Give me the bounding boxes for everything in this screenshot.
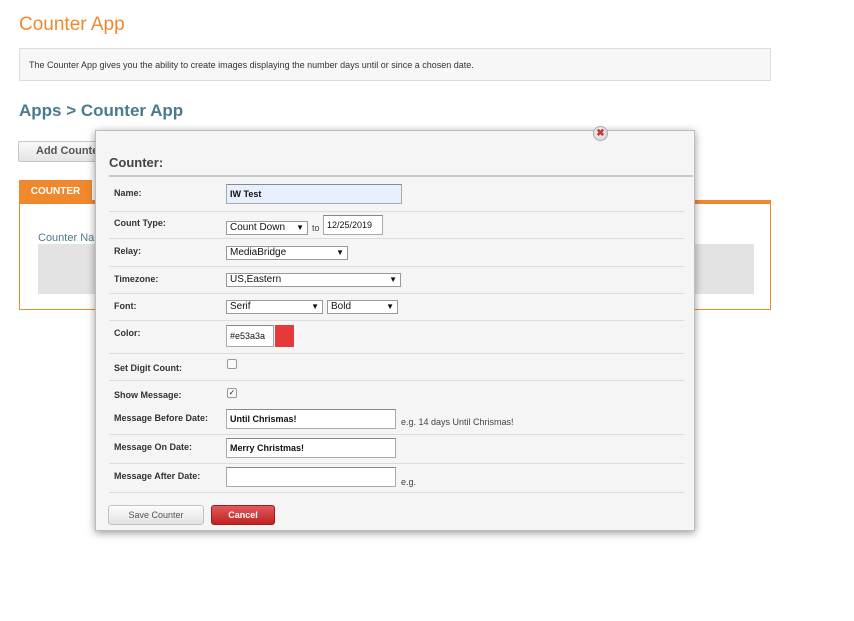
message-before-row: Message Before Date: Until Chrismas! e.g…	[109, 406, 684, 435]
font-weight-select[interactable]: Bold ▼	[327, 300, 398, 314]
name-row: Name: IW Test	[109, 182, 684, 212]
count-type-label: Count Type:	[114, 218, 166, 228]
timezone-label: Timezone:	[114, 274, 159, 284]
counter-dialog: Counter: Name: IW Test Count Type: Count…	[95, 130, 695, 531]
app-title: Counter App	[19, 14, 125, 35]
message-after-hint: e.g.	[401, 477, 417, 487]
chevron-down-icon: ▼	[389, 275, 397, 284]
count-type-select[interactable]: Count Down ▼	[226, 221, 308, 235]
name-input[interactable]: IW Test	[226, 184, 402, 204]
timezone-select[interactable]: US,Eastern ▼	[226, 273, 401, 287]
end-date-input[interactable]: 12/25/2019	[323, 215, 383, 235]
color-input[interactable]: #e53a3a	[226, 325, 274, 347]
show-message-checkbox[interactable]: ✓	[227, 388, 237, 398]
count-type-row: Count Type: Count Down ▼ to 12/25/2019	[109, 211, 684, 239]
app-description: The Counter App gives you the ability to…	[19, 48, 771, 81]
digit-count-label: Set Digit Count:	[114, 363, 182, 373]
chevron-down-icon: ▼	[296, 223, 304, 232]
message-after-row: Message After Date: e.g.	[109, 463, 684, 493]
font-family-select[interactable]: Serif ▼	[226, 300, 323, 314]
digit-count-checkbox[interactable]	[227, 359, 237, 369]
show-message-row: Show Message: ✓	[109, 380, 684, 406]
breadcrumb[interactable]: Apps > Counter App	[19, 101, 183, 121]
color-label: Color:	[114, 328, 141, 338]
font-family-value: Serif	[230, 301, 251, 312]
count-type-value: Count Down	[230, 222, 286, 233]
to-text: to	[312, 223, 320, 233]
cancel-button[interactable]: Cancel	[211, 505, 275, 525]
relay-select[interactable]: MediaBridge ▼	[226, 246, 348, 260]
close-icon[interactable]: ✖	[593, 126, 608, 141]
timezone-row: Timezone: US,Eastern ▼	[109, 266, 684, 294]
chevron-down-icon: ▼	[311, 302, 319, 311]
message-before-input[interactable]: Until Chrismas!	[226, 409, 396, 429]
dialog-title: Counter:	[109, 155, 693, 177]
chevron-down-icon: ▼	[386, 302, 394, 311]
save-counter-button[interactable]: Save Counter	[108, 505, 204, 525]
message-before-hint: e.g. 14 days Until Chrismas!	[401, 417, 514, 427]
digit-count-row: Set Digit Count:	[109, 353, 684, 381]
chevron-down-icon: ▼	[336, 248, 344, 257]
message-after-input[interactable]	[226, 467, 396, 487]
tab-counter[interactable]: COUNTER	[19, 180, 92, 200]
message-on-label: Message On Date:	[114, 442, 193, 452]
font-row: Font: Serif ▼ Bold ▼	[109, 293, 684, 321]
message-on-input[interactable]: Merry Christmas!	[226, 438, 396, 458]
relay-row: Relay: MediaBridge ▼	[109, 238, 684, 267]
color-swatch[interactable]	[275, 325, 294, 347]
relay-label: Relay:	[114, 246, 142, 256]
font-label: Font:	[114, 301, 137, 311]
color-row: Color: #e53a3a	[109, 320, 684, 354]
relay-value: MediaBridge	[230, 247, 287, 258]
name-label: Name:	[114, 188, 142, 198]
font-weight-value: Bold	[331, 301, 352, 312]
message-before-label: Message Before Date:	[114, 413, 209, 423]
message-on-row: Message On Date: Merry Christmas!	[109, 434, 684, 464]
timezone-value: US,Eastern	[230, 274, 282, 285]
show-message-label: Show Message:	[114, 390, 182, 400]
message-after-label: Message After Date:	[114, 471, 201, 481]
